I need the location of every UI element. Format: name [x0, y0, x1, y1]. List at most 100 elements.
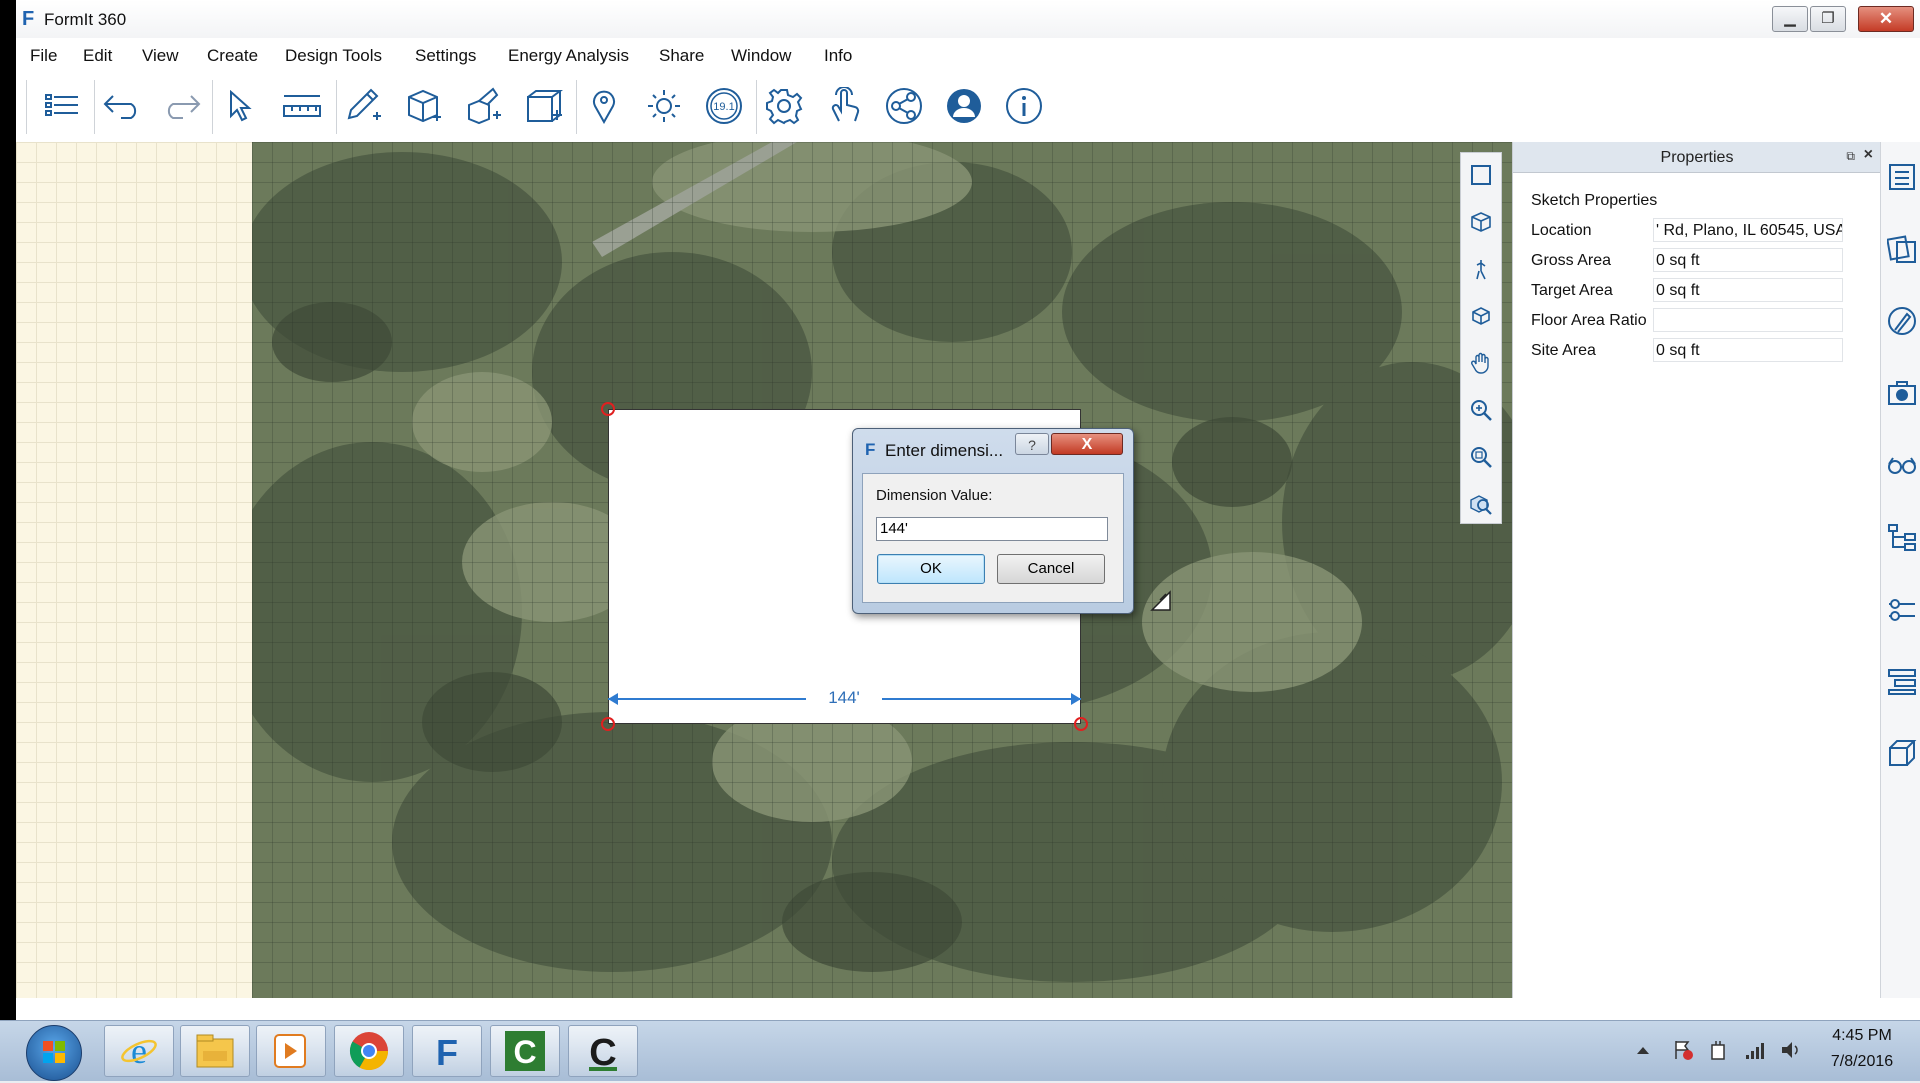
dimension-value-input[interactable]: 144' [876, 517, 1108, 541]
menu-design-tools[interactable]: Design Tools [285, 46, 382, 66]
formit-icon: F [436, 1032, 458, 1071]
toolbar-separator [756, 80, 757, 134]
settings-button[interactable] [762, 84, 806, 128]
property-label: Target Area [1531, 282, 1613, 299]
menu-edit[interactable]: Edit [83, 46, 112, 66]
undo-button[interactable] [100, 84, 144, 128]
share-button[interactable] [882, 84, 926, 128]
vertex-point-bottom-right[interactable] [1074, 717, 1088, 731]
taskbar-app-camtasia-recorder[interactable]: C [568, 1025, 638, 1077]
properties-panel-button[interactable] [1887, 162, 1917, 192]
property-label: Gross Area [1531, 252, 1612, 269]
cancel-button[interactable]: Cancel [997, 554, 1105, 584]
dialog-close-button[interactable]: X [1051, 433, 1123, 455]
windows-taskbar: e F C C 4:45 PM 7/8/2016 [0, 1020, 1920, 1081]
redo-button[interactable] [160, 84, 204, 128]
close-window-button[interactable]: ✕ [1858, 6, 1914, 32]
3d-view-button[interactable] [1467, 208, 1495, 236]
help-button[interactable]: ? [1015, 433, 1049, 455]
target-area-field[interactable]: 0 sq ft [1653, 278, 1843, 302]
volume-button[interactable] [1780, 1039, 1802, 1061]
walk-button[interactable] [1467, 255, 1495, 283]
layers-icon [45, 94, 78, 116]
site-area-field[interactable]: 0 sq ft [1653, 338, 1843, 362]
touch-icon [831, 87, 860, 122]
taskbar-app-chrome[interactable] [334, 1025, 404, 1077]
scenes-button[interactable] [1887, 378, 1917, 408]
location-field[interactable]: ' Rd, Plano, IL 60545, USA [1653, 218, 1843, 242]
zoom-selected-button[interactable] [1467, 490, 1495, 518]
taskbar-app-internet-explorer[interactable]: e [104, 1025, 174, 1077]
menu-file[interactable]: File [30, 46, 57, 66]
select-tool-button[interactable] [218, 84, 262, 128]
vertex-point-bottom-left[interactable] [601, 717, 615, 731]
menu-view[interactable]: View [142, 46, 179, 66]
chevron-up-icon [1637, 1047, 1649, 1054]
sketch-tool-button[interactable] [342, 84, 386, 128]
menu-settings[interactable]: Settings [415, 46, 476, 66]
menu-energy-analysis[interactable]: Energy Analysis [508, 46, 629, 66]
add-object-button[interactable] [462, 84, 506, 128]
undo-icon [103, 95, 137, 119]
content-library-button[interactable] [1887, 234, 1917, 264]
drawing-canvas[interactable]: 144' [16, 142, 1512, 998]
walk-icon [1476, 260, 1486, 280]
touch-button[interactable] [822, 84, 866, 128]
vertex-point-top-left[interactable] [601, 402, 615, 416]
taskbar-app-formit[interactable]: F [412, 1025, 482, 1077]
zoom-window-button[interactable] [1467, 443, 1495, 471]
dimension-arrow-left-icon [608, 693, 618, 705]
location-button[interactable] [582, 84, 626, 128]
layers-panel-icon [1888, 669, 1916, 695]
glasses-icon [1888, 457, 1916, 474]
power-button[interactable] [1708, 1039, 1730, 1061]
taskbar-app-media-player[interactable] [256, 1025, 326, 1077]
model-button[interactable] [1887, 738, 1917, 768]
menu-info[interactable]: Info [824, 46, 852, 66]
show-hidden-icons-button[interactable] [1632, 1039, 1654, 1061]
menu-window[interactable]: Window [731, 46, 791, 66]
start-button[interactable] [26, 1025, 82, 1081]
clock-time[interactable]: 4:45 PM [1818, 1027, 1906, 1045]
info-button[interactable] [1002, 84, 1046, 128]
close-panel-icon[interactable]: × [1864, 146, 1873, 164]
taskbar-app-file-explorer[interactable] [180, 1025, 250, 1077]
dimension-label[interactable]: 144' [806, 686, 882, 710]
materials-button[interactable] [1887, 306, 1917, 336]
property-label: Site Area [1531, 342, 1596, 359]
restore-button[interactable]: ❐ [1810, 6, 1846, 32]
floor-area-ratio-field[interactable] [1653, 308, 1843, 332]
version-button[interactable]: 19.1 [702, 84, 746, 128]
menu-create[interactable]: Create [207, 46, 258, 66]
network-button[interactable] [1744, 1039, 1766, 1061]
cube-tool-button[interactable] [402, 84, 446, 128]
orbit-button[interactable] [1467, 302, 1495, 330]
groups-button[interactable] [1887, 522, 1917, 552]
gross-area-field[interactable]: 0 sq ft [1653, 248, 1843, 272]
pan-button[interactable] [1467, 349, 1495, 377]
dimension-tool-button[interactable] [280, 84, 324, 128]
zoom-button[interactable] [1467, 396, 1495, 424]
levels-button[interactable] [1887, 594, 1917, 624]
layers-panel-button[interactable] [1887, 666, 1917, 696]
menu-share[interactable]: Share [659, 46, 704, 66]
layers-button[interactable] [40, 84, 84, 128]
panel-icon-strip [1880, 142, 1920, 998]
taskbar-app-camtasia[interactable]: C [490, 1025, 560, 1077]
box-tool-button[interactable] [522, 84, 566, 128]
close-icon: ✕ [1878, 9, 1894, 28]
restore-icon: ❐ [1821, 10, 1835, 27]
zoom-extents-button[interactable] [1467, 161, 1495, 189]
property-label: Floor Area Ratio [1531, 312, 1647, 329]
sun-button[interactable] [642, 84, 686, 128]
clock-date[interactable]: 7/8/2016 [1818, 1053, 1906, 1071]
visual-styles-button[interactable] [1887, 450, 1917, 480]
action-center-button[interactable] [1672, 1039, 1694, 1061]
flag-icon [1675, 1041, 1693, 1060]
user-button[interactable] [942, 84, 986, 128]
ok-button[interactable]: OK [877, 554, 985, 584]
minimize-button[interactable]: ▁ [1772, 6, 1808, 32]
box-icon [527, 90, 563, 122]
levels-icon [1889, 599, 1915, 621]
undock-icon[interactable]: ⧉ [1846, 149, 1855, 164]
